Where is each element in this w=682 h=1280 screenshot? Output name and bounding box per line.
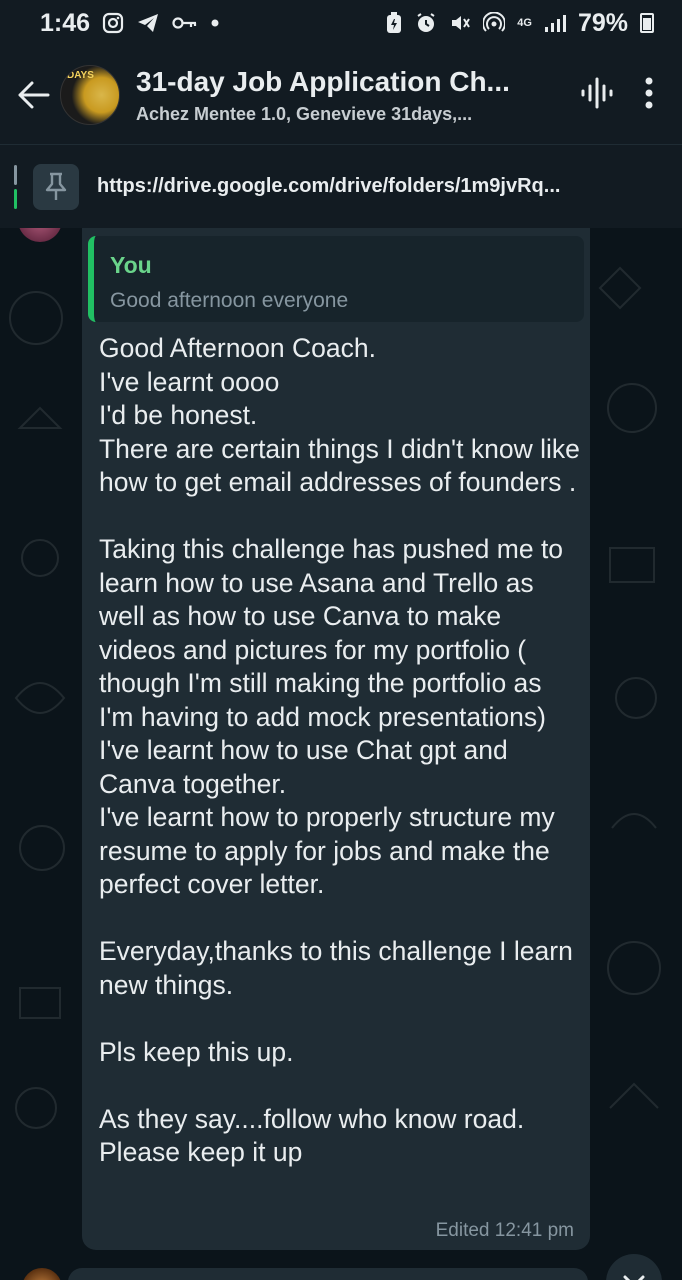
signal-icon <box>544 13 566 33</box>
telegram-icon <box>136 12 160 34</box>
message-timestamp: Edited 12:41 pm <box>435 1220 574 1241</box>
group-avatar[interactable]: DAYS <box>60 65 120 125</box>
next-message-bubble[interactable] <box>68 1268 588 1280</box>
quoted-author: You <box>110 252 152 278</box>
chat-area: You Good afternoon everyone Good Afterno… <box>0 228 682 1280</box>
chat-title: 31-day Job Application Ch... <box>136 65 510 97</box>
back-arrow-icon <box>18 81 50 109</box>
instagram-icon <box>102 12 124 34</box>
hotspot-icon <box>483 12 506 34</box>
status-bar: 1:46 4G 79% <box>0 0 682 46</box>
pin-position-indicator <box>14 164 17 209</box>
chat-header: DAYS 31-day Job Application Ch... Achez … <box>0 46 682 144</box>
back-button[interactable] <box>8 65 60 125</box>
key-icon <box>172 15 198 31</box>
more-options-button[interactable] <box>644 77 654 114</box>
battery-percent: 79% <box>577 8 628 37</box>
quoted-text: Good afternoon everyone <box>110 289 349 312</box>
avatar-label: DAYS <box>67 70 94 81</box>
pin-icon <box>33 163 79 210</box>
voice-chat-button[interactable] <box>580 76 614 115</box>
message-text: Good Afternoon Coach. I've learnt oooo I… <box>99 333 580 1167</box>
network-type: 4G <box>517 16 532 29</box>
alarm-icon <box>415 12 437 34</box>
status-time: 1:46 <box>40 8 91 37</box>
chevron-down-icon <box>623 1275 645 1280</box>
chat-info[interactable]: 31-day Job Application Ch... Achez Mente… <box>136 66 516 125</box>
battery-icon <box>640 13 654 33</box>
notification-dot-icon <box>210 18 220 28</box>
battery-saver-icon <box>385 12 403 34</box>
audio-wave-icon <box>581 77 613 108</box>
quoted-message[interactable]: You Good afternoon everyone <box>88 236 584 322</box>
pinned-message-bar[interactable]: https://drive.google.com/drive/folders/1… <box>0 144 682 228</box>
pinned-link[interactable]: https://drive.google.com/drive/folders/1… <box>97 175 667 198</box>
chat-participants: Achez Mentee 1.0, Genevieve 31days,... <box>136 103 473 124</box>
message-bubble[interactable]: You Good afternoon everyone Good Afterno… <box>82 228 590 1250</box>
kebab-menu-icon <box>645 77 653 108</box>
mute-icon <box>449 12 471 34</box>
